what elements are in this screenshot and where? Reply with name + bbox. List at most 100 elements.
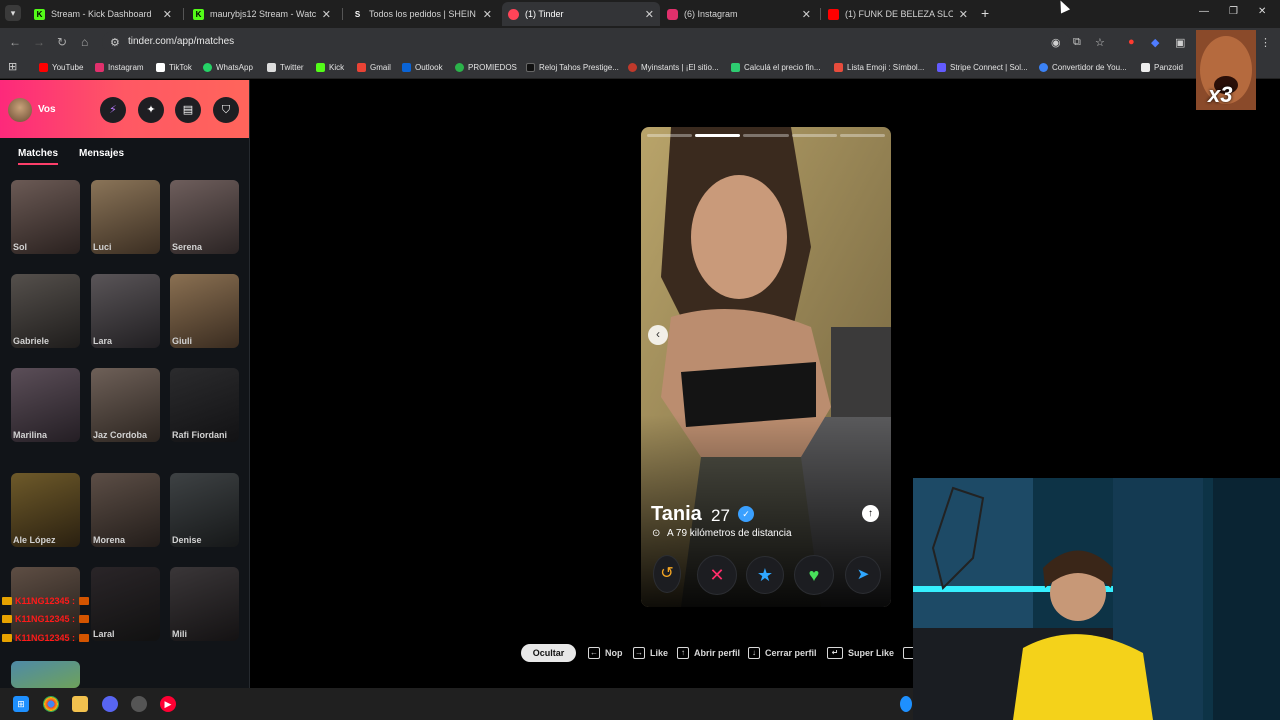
previous-photo-icon[interactable]: ‹ (648, 325, 668, 345)
avatar[interactable] (8, 98, 32, 122)
minimize-icon[interactable]: — (1199, 6, 1209, 17)
match-card[interactable]: Lara (91, 274, 160, 348)
extension-icon[interactable]: ◆ (1151, 36, 1159, 49)
photo-progress-bar (743, 134, 789, 137)
bookmark-emoji[interactable]: Lista Emoji : Símbol... (834, 61, 924, 73)
tab-matches[interactable]: Matches (18, 148, 58, 159)
close-icon[interactable]: ✕ (322, 8, 331, 21)
explore-icon[interactable]: ✦ (138, 97, 164, 123)
bookmark-star-icon[interactable]: ☆ (1095, 36, 1105, 49)
match-card[interactable]: Gabriele (11, 274, 80, 348)
close-icon[interactable]: ✕ (959, 8, 968, 21)
home-icon[interactable]: ⌂ (81, 35, 88, 49)
like-button[interactable]: ♥ (794, 555, 834, 595)
match-card[interactable]: Ale López (11, 473, 80, 547)
app-icon[interactable]: ▶ (160, 696, 176, 712)
discord-icon[interactable] (102, 696, 118, 712)
shortcut-label: Cerrar perfil (765, 648, 817, 658)
bookmark-kick[interactable]: Kick (316, 61, 344, 73)
bookmark-promiedos[interactable]: PROMIEDOS (455, 61, 517, 73)
new-tab-button[interactable]: + (981, 5, 989, 21)
bookmark-label: Myinstants | ¡El sitio... (641, 62, 719, 72)
rewind-button[interactable]: ↺ (653, 555, 681, 593)
tab-kick-stream[interactable]: K maurybjs12 Stream - Watch Live ✕ (187, 2, 337, 26)
match-card[interactable]: Luci (91, 180, 160, 254)
boost-icon[interactable]: ⚡ (100, 97, 126, 123)
bookmark-panzoid[interactable]: Panzoid (1141, 61, 1183, 73)
nope-button[interactable]: ✕ (697, 555, 737, 595)
match-card[interactable]: Denise (170, 473, 239, 547)
match-card[interactable]: Rafi Fiordani (170, 368, 239, 442)
close-icon[interactable]: ✕ (163, 8, 172, 21)
shortcut-close-profile: ↓ Cerrar perfil (748, 646, 817, 660)
tab-kick-dashboard[interactable]: K Stream - Kick Dashboard ✕ (28, 2, 178, 26)
tab-title: (1) FUNK DE BELEZA SLOWED (845, 9, 953, 19)
match-name: Lara (93, 336, 113, 346)
back-icon[interactable]: ← (9, 35, 21, 49)
close-window-icon[interactable]: ✕ (1258, 6, 1266, 17)
chat-message: K11NG12345 : (2, 594, 92, 608)
file-explorer-icon[interactable] (72, 696, 88, 712)
obs-icon[interactable] (131, 696, 147, 712)
match-name: Laral (93, 629, 115, 639)
match-card[interactable]: Jaz Cordoba (91, 368, 160, 442)
profile-name[interactable]: Vos (38, 104, 56, 115)
install-app-icon[interactable]: ⧉ (1073, 36, 1081, 49)
bookmark-instagram[interactable]: Instagram (95, 61, 144, 73)
restore-icon[interactable]: ❐ (1229, 6, 1238, 17)
windows-start-icon[interactable]: ⊞ (13, 696, 29, 712)
super-like-button[interactable]: ★ (746, 556, 784, 594)
open-profile-icon[interactable]: ↑ (862, 505, 879, 522)
briefcase-icon[interactable]: ▤ (175, 97, 201, 123)
photo-progress-bar (647, 134, 693, 137)
extensions-puzzle-icon[interactable]: ▣ (1175, 36, 1185, 49)
tab-youtube[interactable]: (1) FUNK DE BELEZA SLOWED ✕ (822, 2, 974, 26)
badge-icon (2, 634, 12, 642)
bookmark-stripe[interactable]: Stripe Connect | Sol... (937, 61, 1028, 73)
boost-send-button[interactable]: ➤ (845, 556, 881, 594)
match-card[interactable]: Morena (91, 473, 160, 547)
bookmark-twitter[interactable]: Twitter (267, 61, 304, 73)
tab-mensajes[interactable]: Mensajes (79, 148, 124, 159)
tab-shein[interactable]: S Todos los pedidos | SHEIN ✕ (346, 2, 498, 26)
apps-grid-icon[interactable]: ⊞ (8, 60, 17, 73)
shortcut-label: Like (650, 648, 669, 658)
bookmark-label: Twitter (280, 62, 304, 72)
match-card[interactable]: Laral (91, 567, 160, 641)
address-bar[interactable] (102, 31, 1070, 53)
match-card[interactable]: Marilina (11, 368, 80, 442)
site-info-icon[interactable]: ⚙ (110, 36, 120, 49)
tab-instagram[interactable]: (6) Instagram ✕ (661, 2, 817, 26)
match-name: Ale López (13, 535, 56, 545)
bookmark-youtube[interactable]: YouTube (39, 61, 83, 73)
bookmark-calculadora[interactable]: Calculá el precio fin... (731, 61, 820, 73)
extension-icon[interactable]: ● (1128, 36, 1135, 48)
tab-search-icon[interactable]: ▾ (5, 5, 21, 21)
menu-icon[interactable]: ⋮ (1260, 36, 1271, 49)
match-card[interactable] (11, 661, 80, 688)
match-card[interactable]: Sol (11, 180, 80, 254)
bookmark-myinstants[interactable]: Myinstants | ¡El sitio... (628, 61, 719, 73)
tab-tinder[interactable]: (1) Tinder ✕ (502, 2, 660, 26)
match-name: Denise (172, 535, 202, 545)
chrome-icon[interactable] (43, 696, 59, 712)
bookmark-reloj[interactable]: Reloj Tahos Prestige... (526, 61, 619, 73)
match-card[interactable]: Serena (170, 180, 239, 254)
reload-icon[interactable]: ↻ (57, 35, 67, 49)
forward-icon[interactable]: → (33, 35, 45, 49)
close-icon[interactable]: ✕ (645, 8, 654, 21)
shield-icon[interactable]: ⛉ (213, 97, 239, 123)
hide-shortcuts-button[interactable]: Ocultar (521, 644, 576, 662)
bookmark-whatsapp[interactable]: WhatsApp (203, 61, 253, 73)
match-card[interactable]: Mili (170, 567, 239, 641)
location-icon[interactable]: ◉ (1051, 36, 1061, 49)
close-icon[interactable]: ✕ (483, 8, 492, 21)
bookmark-convertidor[interactable]: Convertidor de You... (1039, 61, 1127, 73)
bookmark-outlook[interactable]: Outlook (402, 61, 443, 73)
bookmark-tiktok[interactable]: TikTok (156, 61, 192, 73)
onedrive-icon[interactable] (900, 696, 912, 712)
bookmark-gmail[interactable]: Gmail (357, 61, 391, 73)
url-text[interactable]: tinder.com/app/matches (128, 36, 234, 47)
match-card[interactable]: Giuli (170, 274, 239, 348)
close-icon[interactable]: ✕ (802, 8, 811, 21)
